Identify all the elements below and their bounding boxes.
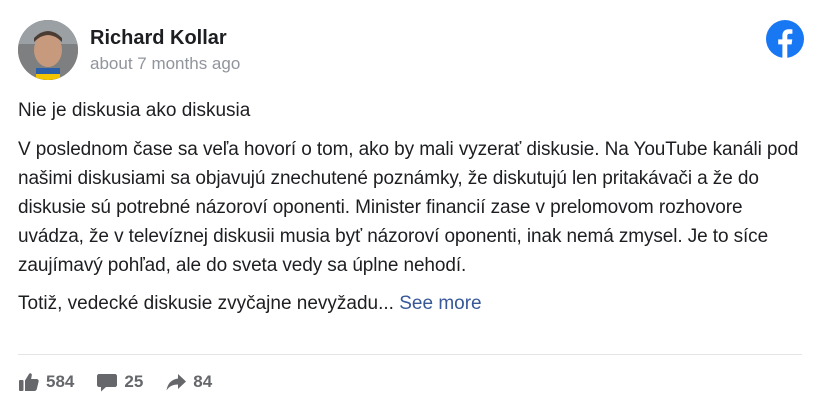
post-header: Richard Kollar about 7 months ago	[18, 20, 240, 80]
post-timestamp[interactable]: about 7 months ago	[90, 54, 240, 74]
author-block: Richard Kollar about 7 months ago	[90, 26, 240, 74]
post-body: Nie je diskusia ako diskusia V poslednom…	[18, 97, 808, 318]
comment-bubble-icon	[96, 371, 118, 393]
post-title: Nie je diskusia ako diskusia	[18, 100, 251, 121]
author-name[interactable]: Richard Kollar	[90, 26, 240, 50]
thumbs-up-icon	[18, 371, 40, 393]
share-arrow-icon	[165, 371, 187, 393]
facebook-post-card: Richard Kollar about 7 months ago Nie je…	[0, 0, 820, 411]
avatar-photo	[18, 20, 78, 80]
shares-count: 84	[193, 372, 213, 391]
avatar[interactable]	[18, 20, 78, 80]
post-teaser: Totiž, vedecké diskusie zvyčajne nevyžad…	[18, 293, 394, 314]
shares-stat[interactable]: 84	[165, 371, 212, 393]
post-paragraph: V poslednom čase sa veľa hovorí o tom, a…	[18, 139, 799, 276]
facebook-icon[interactable]	[766, 20, 804, 58]
comments-count: 25	[124, 372, 144, 391]
likes-count: 584	[46, 372, 75, 391]
likes-stat[interactable]: 584	[18, 371, 74, 393]
see-more-link[interactable]: See more	[399, 293, 481, 314]
engagement-stats: 584 25 84	[18, 371, 234, 393]
divider	[18, 354, 802, 355]
post-teaser-line: Totiž, vedecké diskusie zvyčajne nevyžad…	[18, 290, 808, 318]
comments-stat[interactable]: 25	[96, 371, 143, 393]
